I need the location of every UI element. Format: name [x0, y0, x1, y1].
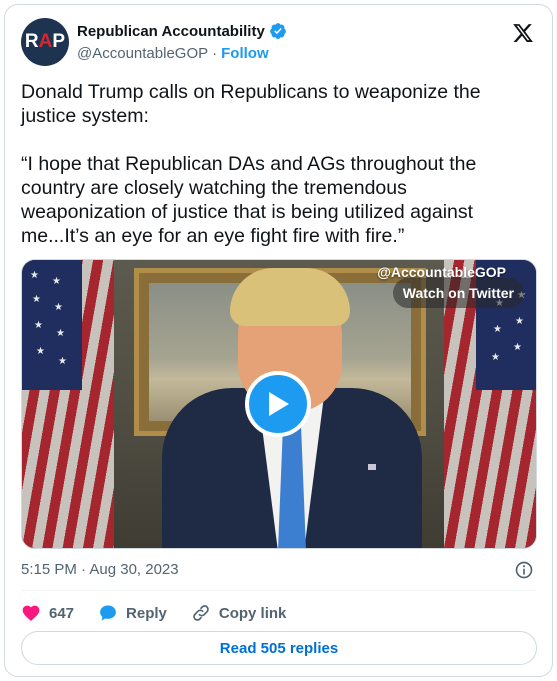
tweet-paragraph-1: Donald Trump calls on Republicans to wea… — [21, 81, 487, 127]
like-button[interactable]: 647 — [21, 603, 74, 623]
info-icon[interactable] — [514, 560, 534, 580]
separator-dot: · — [212, 45, 218, 62]
follow-button[interactable]: Follow — [221, 45, 269, 62]
reply-button[interactable]: Reply — [98, 603, 167, 623]
handle-row: @AccountableGOP · Follow — [77, 45, 269, 62]
tweet-timestamp[interactable]: 5:15 PM · Aug 30, 2023 — [21, 561, 179, 578]
verified-badge-icon — [269, 23, 286, 39]
name-row: Republican Accountability — [77, 22, 287, 40]
tweet-card: RAP Republican Accountability @Accountab… — [4, 4, 553, 677]
avatar-letter-p: P — [52, 31, 66, 52]
video-player[interactable]: ★★ ★★ ★★ ★★ ★★ ★★ ★★ @AccountableGOP Wat… — [21, 259, 537, 549]
heart-icon — [22, 605, 40, 621]
flag-left: ★ ★ ★ ★ ★ ★ ★ ★ — [22, 260, 114, 548]
reply-bubble-icon — [100, 605, 116, 621]
play-button[interactable] — [245, 371, 311, 437]
tweet-paragraph-2: “I hope that Republican DAs and AGs thro… — [21, 153, 482, 247]
display-name[interactable]: Republican Accountability — [77, 23, 265, 40]
like-count: 647 — [49, 604, 75, 622]
play-icon — [269, 392, 289, 416]
avatar-letter-a: A — [38, 31, 53, 52]
read-replies-button[interactable]: Read 505 replies — [21, 631, 537, 665]
avatar-letter-r: R — [24, 31, 39, 52]
watch-on-twitter-button[interactable]: Watch on Twitter — [392, 278, 524, 308]
avatar[interactable]: RAP — [21, 18, 69, 66]
action-bar: 647 Reply Copy link — [21, 601, 310, 625]
divider — [21, 590, 536, 591]
link-icon — [193, 605, 209, 621]
x-logo-icon[interactable] — [512, 22, 534, 44]
tweet-text: Donald Trump calls on Republicans to wea… — [21, 80, 521, 272]
reply-label: Reply — [126, 604, 167, 622]
copy-link-button[interactable]: Copy link — [191, 603, 287, 623]
handle[interactable]: @AccountableGOP — [77, 45, 208, 62]
copy-link-label: Copy link — [218, 604, 287, 622]
